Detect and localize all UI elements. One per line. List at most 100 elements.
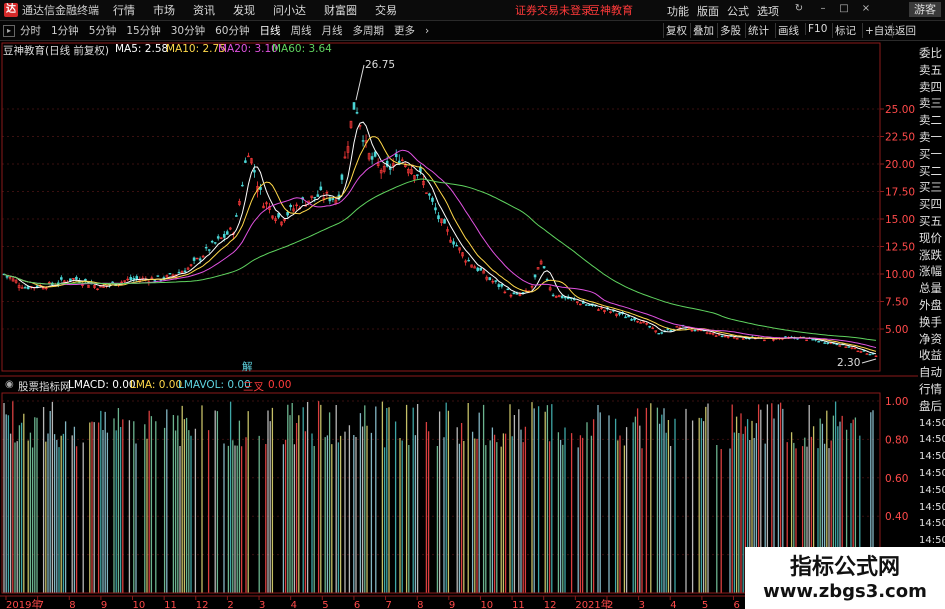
ma10-line [3, 136, 877, 352]
candle-body [624, 316, 627, 319]
minimize-icon[interactable]: – [817, 3, 829, 15]
x-tick-label: 5 [702, 600, 708, 609]
right-panel-item[interactable]: 外盘 [919, 297, 945, 314]
right-panel-item[interactable]: 买五 [919, 213, 945, 230]
right-panel-item[interactable]: 14:50 [919, 482, 945, 499]
right-panel-item[interactable]: 收益 [919, 347, 945, 364]
tool-tongji[interactable]: 统计 [745, 23, 771, 38]
menu-jiaoyi[interactable]: 交易 [375, 2, 397, 18]
candle-body [60, 277, 63, 280]
refresh-icon[interactable]: ↻ [793, 3, 805, 15]
tool-duogu[interactable]: 多股 [717, 23, 743, 38]
right-panel-item[interactable]: 卖二 [919, 112, 945, 129]
x-tick-label: 3 [639, 600, 645, 609]
right-panel-item[interactable]: 总量 [919, 280, 945, 297]
candle-body [585, 304, 588, 306]
sub-y-tick-label: 1.00 [885, 396, 908, 408]
tool-fuquan[interactable]: 复权 [663, 23, 689, 38]
tool-diejia[interactable]: 叠加 [690, 23, 716, 38]
tool-xuanxiang[interactable]: 选项 [757, 3, 779, 19]
menu-hangqing[interactable]: 行情 [113, 2, 135, 18]
restore-icon[interactable]: □ [838, 3, 850, 15]
close-icon[interactable]: × [860, 3, 872, 15]
tool-huaxian[interactable]: 画线 [775, 23, 801, 38]
right-panel-item[interactable]: 涨跌 [919, 247, 945, 264]
right-panel-item[interactable]: 买二 [919, 163, 945, 180]
candle-body [533, 274, 537, 278]
trade-login-status[interactable]: 证券交易未登录 [515, 2, 592, 18]
right-panel-item[interactable]: 净资 [919, 331, 945, 348]
right-panel-item[interactable]: 换手 [919, 314, 945, 331]
menu-faxian[interactable]: 发现 [233, 2, 255, 18]
x-tick-label: 12 [544, 600, 557, 609]
menu-shichang[interactable]: 市场 [153, 2, 175, 18]
sancha-value: 0.00 [268, 379, 292, 391]
right-panel-item[interactable]: 卖三 [919, 95, 945, 112]
candle-body [434, 207, 437, 211]
settings-icon[interactable]: ◉ [5, 379, 14, 390]
x-tick-label: 2021年 [575, 598, 610, 609]
right-panel-item[interactable]: 委比 [919, 45, 945, 62]
period-5min[interactable]: 5分钟 [89, 23, 117, 38]
right-panel-item[interactable]: 卖五 [919, 62, 945, 79]
right-panel-item[interactable]: 14:50 [919, 448, 945, 465]
tool-gongneng[interactable]: 功能 [667, 3, 689, 19]
menu-caifuquan[interactable]: 财富圈 [324, 2, 357, 18]
x-tick-label: 5 [322, 600, 328, 609]
candle-body [506, 288, 510, 291]
tool-fanhui[interactable]: 返回 [892, 23, 918, 38]
right-panel-item[interactable]: 卖四 [919, 79, 945, 96]
candle-body [455, 244, 458, 247]
right-panel-item[interactable]: 涨幅 [919, 263, 945, 280]
candle-body [277, 213, 280, 218]
y-tick-label: 15.00 [885, 214, 915, 226]
right-panel-item[interactable]: 14:50 [919, 415, 945, 432]
menu-bar: 达 通达信金融终端 行情 市场 资讯 发现 问小达 财富圈 交易 证券交易未登录… [0, 0, 945, 21]
tool-biaoji[interactable]: 标记 [832, 23, 858, 38]
kline-chart-svg[interactable]: 25.0022.5020.0017.5015.0012.5010.007.505… [0, 41, 945, 609]
period-60min[interactable]: 60分钟 [215, 23, 249, 38]
period-fenshi[interactable]: 分时 [20, 23, 41, 38]
candle-body [313, 196, 317, 199]
chart-area[interactable]: 25.00 22.50 20.00 17.50 15.00 12.50 10.00 7.50 5… [0, 41, 945, 609]
candle-body [542, 266, 546, 269]
period-daily[interactable]: 日线 [260, 23, 281, 38]
right-panel-item[interactable]: 14:50 [919, 499, 945, 516]
period-15min[interactable]: 15分钟 [126, 23, 160, 38]
right-panel-item[interactable]: 14:50 [919, 515, 945, 532]
right-panel-item[interactable]: 买三 [919, 179, 945, 196]
right-panel-item[interactable]: 自动 [919, 364, 945, 381]
menu-wenxiaoda[interactable]: 问小达 [273, 2, 306, 18]
chevron-right-icon[interactable]: › [425, 25, 429, 37]
right-panel-item[interactable]: 买四 [919, 196, 945, 213]
sub-indicator-name[interactable]: 股票指标网 [18, 379, 71, 394]
x-tick-label: 2 [607, 600, 613, 609]
candle-body [437, 215, 440, 220]
period-monthly[interactable]: 月线 [322, 23, 343, 38]
tool-banmian[interactable]: 版面 [697, 3, 719, 19]
right-panel-item[interactable]: 现价 [919, 230, 945, 247]
right-panel-item[interactable]: 卖一 [919, 129, 945, 146]
period-30min[interactable]: 30分钟 [171, 23, 205, 38]
ma20-legend: MA20: 3.10 [218, 43, 278, 55]
right-panel-item[interactable]: 14:50 [919, 431, 945, 448]
candle-body [355, 112, 359, 114]
tool-f10[interactable]: F10 [805, 23, 829, 35]
x-tick-label: 6 [733, 600, 739, 609]
tool-gongshi[interactable]: 公式 [727, 3, 749, 19]
period-multi[interactable]: 多周期 [353, 23, 385, 38]
menu-zixun[interactable]: 资讯 [193, 2, 215, 18]
right-panel-item[interactable]: 盘后 [919, 398, 945, 415]
x-tick-label: 8 [417, 600, 423, 609]
right-panel-item[interactable]: 14:50 [919, 465, 945, 482]
right-panel-item[interactable]: 行情 [919, 381, 945, 398]
collapse-icon[interactable]: ▸ [3, 24, 15, 37]
candle-body [817, 341, 820, 343]
period-weekly[interactable]: 周线 [291, 23, 312, 38]
candle-body [494, 280, 498, 282]
right-panel-item[interactable]: 买一 [919, 146, 945, 163]
period-more[interactable]: 更多 [394, 23, 415, 38]
period-1min[interactable]: 1分钟 [51, 23, 79, 38]
guest-button[interactable]: 游客 [909, 2, 941, 17]
candle-body [213, 242, 217, 244]
